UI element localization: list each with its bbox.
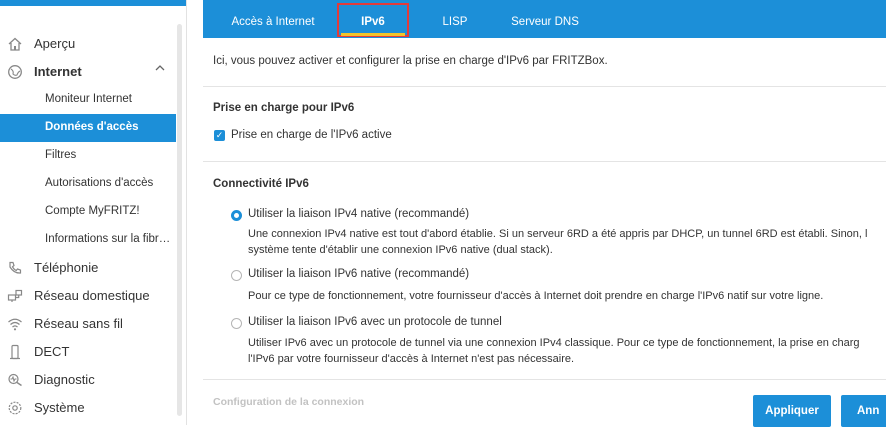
sidebar-top-accent xyxy=(0,0,186,6)
sidebar-item-label: Système xyxy=(34,400,85,415)
sidebar-item-label: Réseau domestique xyxy=(34,288,150,303)
sidebar-subitem-fibre[interactable]: Informations sur la fibr… xyxy=(0,226,176,254)
sidebar-subitem-label: Compte MyFRITZ! xyxy=(45,205,140,217)
sidebar-item-label: Réseau sans fil xyxy=(34,316,123,331)
tab-highlight-frame xyxy=(337,3,409,37)
main-content: Ici, vous pouvez activer et configurer l… xyxy=(203,38,886,427)
sidebar-subitem-moniteur[interactable]: Moniteur Internet xyxy=(0,86,176,114)
home-icon xyxy=(6,35,24,53)
radio-ipv6-tunnel[interactable] xyxy=(231,318,242,329)
sidebar-item-systeme[interactable]: Système xyxy=(0,394,176,422)
option-description: système tente d'établir une connexion IP… xyxy=(248,244,553,256)
sidebar-subitem-label: Informations sur la fibr… xyxy=(45,233,171,245)
ipv6-support-checkbox[interactable]: ✓ xyxy=(214,130,225,141)
sidebar-item-diagnostic[interactable]: Diagnostic xyxy=(0,366,176,394)
tab-label: LISP xyxy=(442,16,468,28)
network-icon xyxy=(6,287,24,305)
connectivity-section-title: Connectivité IPv6 xyxy=(213,178,309,190)
wifi-icon xyxy=(6,315,24,333)
config-section-title: Configuration de la connexion xyxy=(213,396,365,408)
cancel-button-label: Ann xyxy=(857,405,880,417)
system-icon xyxy=(6,399,24,417)
chevron-up-icon[interactable] xyxy=(154,62,166,77)
sidebar-item-telephonie[interactable]: Téléphonie xyxy=(0,254,176,282)
support-section-title: Prise en charge pour IPv6 xyxy=(213,102,355,114)
sidebar-subitem-myfritz[interactable]: Compte MyFRITZ! xyxy=(0,198,176,226)
dect-icon xyxy=(6,343,24,361)
sidebar-subitem-label: Moniteur Internet xyxy=(45,93,132,105)
radio-ipv4-native-label[interactable]: Utiliser la liaison IPv4 native (recomma… xyxy=(248,208,469,220)
option-description: Utiliser IPv6 avec un protocole de tunne… xyxy=(248,337,860,349)
sidebar-scrollbar[interactable] xyxy=(177,24,182,416)
tab-serveur-dns[interactable]: Serveur DNS xyxy=(499,6,591,38)
sidebar-item-label: Aperçu xyxy=(34,36,76,51)
sidebar-subitem-autorisations[interactable]: Autorisations d'accès xyxy=(0,170,176,198)
tab-acces-internet[interactable]: Accès à Internet xyxy=(219,6,327,38)
sidebar-subitem-filtres[interactable]: Filtres xyxy=(0,142,176,170)
option-description: Pour ce type de fonctionnement, votre fo… xyxy=(248,290,824,302)
sidebar-item-label: Téléphonie xyxy=(34,260,99,275)
radio-ipv6-native-label[interactable]: Utiliser la liaison IPv6 native (recomma… xyxy=(248,268,469,280)
sidebar-subitem-label: Autorisations d'accès xyxy=(45,177,154,189)
phone-icon xyxy=(6,259,24,277)
option-description: l'IPv6 par votre fournisseur d'accès à I… xyxy=(248,353,575,365)
divider xyxy=(203,161,886,162)
sidebar-item-dect[interactable]: DECT xyxy=(0,338,176,366)
sidebar-item-label: DECT xyxy=(34,344,70,359)
apply-button[interactable]: Appliquer xyxy=(753,395,831,427)
sidebar-subitem-label: Données d'accès xyxy=(45,121,139,133)
sidebar-item-label: Internet xyxy=(34,64,82,79)
tab-bar: Accès à Internet IPv6 LISP Serveur DNS xyxy=(203,0,886,38)
cancel-button[interactable]: Ann xyxy=(841,395,886,427)
tab-lisp[interactable]: LISP xyxy=(425,6,485,38)
divider xyxy=(203,86,886,87)
diagnostic-icon xyxy=(6,371,24,389)
sidebar-subitem-label: Filtres xyxy=(45,149,77,161)
sidebar-item-apercu[interactable]: Aperçu xyxy=(0,30,176,58)
globe-icon xyxy=(6,63,24,81)
radio-ipv6-tunnel-label[interactable]: Utiliser la liaison IPv6 avec un protoco… xyxy=(248,316,502,328)
divider xyxy=(203,379,886,380)
sidebar-subitem-donnees-acces[interactable]: Données d'accès xyxy=(0,114,176,142)
sidebar-item-label: Diagnostic xyxy=(34,372,95,387)
radio-ipv4-native[interactable] xyxy=(231,210,242,221)
ipv6-support-checkbox-label[interactable]: Prise en charge de l'IPv6 active xyxy=(231,129,392,141)
tab-label: Serveur DNS xyxy=(511,16,579,28)
tab-ipv6[interactable]: IPv6 xyxy=(337,3,409,38)
sidebar-item-reseau-sans-fil[interactable]: Réseau sans fil xyxy=(0,310,176,338)
sidebar: Aperçu Internet Moniteur Internet Donnée… xyxy=(0,0,187,425)
radio-ipv6-native[interactable] xyxy=(231,270,242,281)
sidebar-item-internet[interactable]: Internet xyxy=(0,58,176,86)
intro-text: Ici, vous pouvez activer et configurer l… xyxy=(213,55,608,67)
sidebar-item-reseau-domestique[interactable]: Réseau domestique xyxy=(0,282,176,310)
tab-label: Accès à Internet xyxy=(231,16,315,28)
tab-active-underline xyxy=(341,33,405,36)
option-description: Une connexion IPv4 native est tout d'abo… xyxy=(248,228,868,240)
apply-button-label: Appliquer xyxy=(765,405,819,417)
